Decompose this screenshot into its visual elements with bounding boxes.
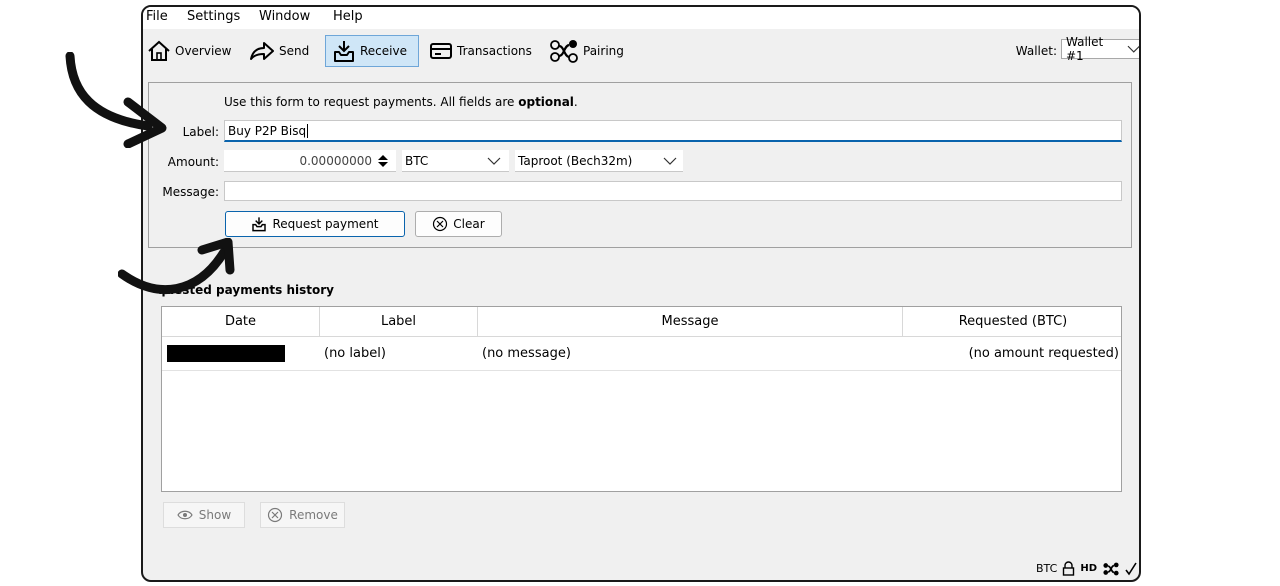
toolbar: Overview Send Receive Transactions Pairi…	[143, 31, 1139, 71]
request-payment-label: Request payment	[272, 217, 379, 231]
unit-value: BTC	[405, 153, 429, 168]
show-button[interactable]: Show	[163, 502, 245, 528]
date-cell	[162, 337, 320, 371]
send-icon	[250, 42, 274, 60]
show-label: Show	[198, 508, 232, 522]
spinner-icon[interactable]	[375, 153, 391, 169]
pairing-label: Pairing	[583, 44, 624, 58]
requested-cell: (no amount requested)	[903, 337, 1121, 371]
col-date[interactable]: Date	[162, 307, 320, 337]
chevron-down-icon	[487, 157, 501, 165]
menu-window[interactable]: Window	[259, 9, 310, 24]
address-type-value: Taproot (Bech32m)	[518, 153, 633, 168]
eye-icon	[177, 510, 193, 520]
history-table: Date Label Message Requested (BTC) (no l…	[161, 306, 1122, 492]
status-bar: BTC HD	[1036, 561, 1137, 576]
receive-icon	[334, 41, 354, 62]
col-label[interactable]: Label	[320, 307, 478, 337]
send-label: Send	[279, 44, 310, 58]
receive-label: Receive	[360, 44, 407, 58]
form-intro-text: Use this form to request payments. All f…	[224, 95, 519, 109]
message-label: Message:	[162, 185, 219, 199]
amount-label: Amount:	[167, 155, 219, 169]
clear-label: Clear	[453, 217, 485, 231]
transactions-tab[interactable]: Transactions	[429, 35, 532, 67]
remove-icon	[268, 507, 283, 523]
menu-help[interactable]: Help	[333, 9, 363, 24]
chevron-down-icon	[1127, 45, 1139, 53]
amount-field[interactable]: 0.00000000	[224, 150, 396, 172]
wallet-label: Wallet:	[1015, 44, 1057, 58]
pairing-tab[interactable]: Pairing	[549, 35, 624, 67]
menu-file[interactable]: File	[146, 9, 168, 24]
wallet-value: Wallet #1	[1066, 35, 1104, 63]
menubar: File Settings Window Help	[143, 7, 1139, 29]
form-intro-bold: optional	[518, 95, 574, 109]
request-form-panel: Use this form to request payments. All f…	[148, 82, 1132, 248]
remove-button[interactable]: Remove	[260, 502, 345, 528]
col-message[interactable]: Message	[478, 307, 903, 337]
address-type-select[interactable]: Taproot (Bech32m)	[515, 150, 683, 172]
pairing-icon	[550, 40, 578, 63]
receive-icon	[252, 217, 267, 232]
label-field[interactable]: Buy P2P Bisq	[224, 120, 1122, 142]
send-tab[interactable]: Send	[249, 35, 309, 67]
annotation-arrow-label	[65, 52, 167, 148]
lock-icon	[1063, 561, 1075, 576]
amount-value: 0.00000000	[299, 153, 372, 168]
remove-label: Remove	[289, 508, 338, 522]
overview-label: Overview	[175, 44, 232, 58]
receive-tab[interactable]: Receive	[325, 35, 419, 67]
form-intro-end: .	[573, 95, 578, 109]
annotation-arrow-request	[118, 238, 235, 295]
label-field-value: Buy P2P Bisq	[228, 123, 307, 138]
status-unit: BTC	[1036, 562, 1058, 575]
clear-icon	[433, 216, 448, 232]
checkmark-icon	[1125, 562, 1137, 575]
message-field[interactable]	[224, 181, 1122, 201]
redacted-date	[167, 345, 285, 362]
wallet-select[interactable]: Wallet #1	[1061, 35, 1139, 63]
app-window: File Settings Window Help Overview Send …	[141, 5, 1141, 582]
chevron-down-icon	[663, 157, 677, 165]
request-payment-button[interactable]: Request payment	[225, 211, 405, 237]
text-cursor	[307, 123, 309, 138]
unit-select[interactable]: BTC	[402, 150, 509, 172]
label-cell: (no label)	[320, 337, 478, 371]
pairing-icon	[1103, 562, 1119, 575]
menu-settings[interactable]: Settings	[187, 9, 240, 24]
col-requested[interactable]: Requested (BTC)	[903, 307, 1121, 337]
form-intro: Use this form to request payments. All f…	[224, 95, 578, 109]
card-icon	[430, 43, 452, 59]
status-hd: HD	[1080, 563, 1097, 574]
message-cell: (no message)	[478, 337, 903, 371]
clear-button[interactable]: Clear	[415, 211, 502, 237]
transactions-label: Transactions	[457, 44, 532, 58]
